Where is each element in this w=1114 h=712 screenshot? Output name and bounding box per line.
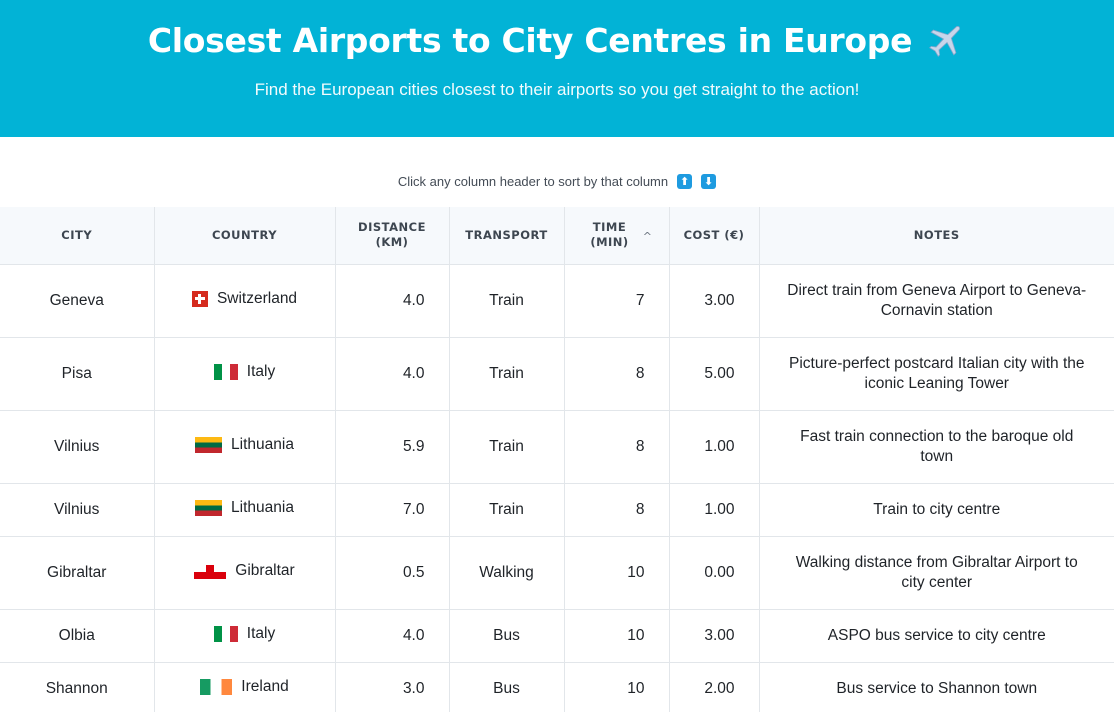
cell-notes: Direct train from Geneva Airport to Gene… bbox=[759, 264, 1114, 338]
cell-transport: Train bbox=[449, 410, 565, 484]
cell-transport: Train bbox=[449, 483, 565, 537]
cell-transport: Train bbox=[449, 264, 565, 338]
cell-cost: 2.00 bbox=[669, 662, 760, 712]
cell-country: Italy bbox=[154, 337, 336, 411]
column-header-distance-label: Distance (km) bbox=[358, 220, 426, 250]
airports-table: City Country Distance (km) Transport Tim… bbox=[0, 207, 1114, 712]
cell-transport: Train bbox=[449, 337, 565, 411]
cell-cost: 1.00 bbox=[669, 483, 760, 537]
cell-notes: Fast train connection to the baroque old… bbox=[759, 410, 1114, 484]
table-row: Olbia Italy 4.0 Bus 10 3.00 ASPO bus service t… bbox=[0, 609, 1114, 663]
cell-notes: Train to city centre bbox=[759, 483, 1114, 537]
ireland-flag-icon bbox=[200, 678, 233, 695]
arrow-up-icon: ⬆ bbox=[677, 173, 693, 189]
cell-distance: 4.0 bbox=[335, 609, 450, 663]
country-name: Lithuania bbox=[231, 435, 294, 453]
cell-time: 10 bbox=[564, 536, 670, 610]
cell-time: 10 bbox=[564, 609, 670, 663]
cell-distance: 4.0 bbox=[335, 337, 450, 411]
country-label: Switzerland bbox=[191, 289, 298, 309]
cell-country: Gibraltar bbox=[154, 536, 336, 610]
country-label: Italy bbox=[213, 624, 276, 644]
column-header-time[interactable]: Time (min) ^ bbox=[564, 207, 670, 265]
cell-country: Switzerland bbox=[154, 264, 336, 338]
column-header-city[interactable]: City bbox=[0, 207, 155, 265]
cell-transport: Bus bbox=[449, 662, 565, 712]
cell-distance: 3.0 bbox=[335, 662, 450, 712]
switzerland-flag-icon bbox=[191, 290, 208, 307]
cell-time: 8 bbox=[564, 410, 670, 484]
cell-distance: 4.0 bbox=[335, 264, 450, 338]
cell-notes: ASPO bus service to city centre bbox=[759, 609, 1114, 663]
cell-transport: Bus bbox=[449, 609, 565, 663]
cell-city: Olbia bbox=[0, 609, 155, 663]
country-label: Gibraltar bbox=[194, 561, 295, 581]
cell-city: Pisa bbox=[0, 337, 155, 411]
cell-cost: 3.00 bbox=[669, 264, 760, 338]
table-header-row: City Country Distance (km) Transport Tim… bbox=[0, 207, 1114, 265]
page-title-text: Closest Airports to City Centres in Euro… bbox=[147, 20, 913, 60]
lithuania-flag-icon bbox=[195, 436, 223, 453]
cell-time: 8 bbox=[564, 483, 670, 537]
country-name: Ireland bbox=[241, 677, 289, 695]
cell-country: Lithuania bbox=[154, 410, 336, 484]
cell-transport: Walking bbox=[449, 536, 565, 610]
country-label: Lithuania bbox=[195, 498, 294, 518]
cell-cost: 1.00 bbox=[669, 410, 760, 484]
table-row: Gibraltar Gibraltar 0.5 Walking 10 0.00 Walkin… bbox=[0, 536, 1114, 610]
cell-city: Shannon bbox=[0, 662, 155, 712]
table-row: Geneva Switzerland 4.0 Train 7 3.00 Direct tra… bbox=[0, 264, 1114, 338]
table-row: Pisa Italy 4.0 Train 8 5.00 Picture-perfect po… bbox=[0, 337, 1114, 411]
gibraltar-flag-icon bbox=[194, 562, 227, 579]
cell-time: 10 bbox=[564, 662, 670, 712]
cell-cost: 5.00 bbox=[669, 337, 760, 411]
italy-flag-icon bbox=[213, 625, 238, 642]
cell-notes: Picture-perfect postcard Italian city wi… bbox=[759, 337, 1114, 411]
country-name: Italy bbox=[246, 624, 276, 642]
page-subtitle: Find the European cities closest to thei… bbox=[254, 80, 860, 99]
country-label: Ireland bbox=[200, 677, 289, 697]
cell-country: Ireland bbox=[154, 662, 336, 712]
table-row: Vilnius Lithuania 7.0 Train 8 1.00 Train to ci… bbox=[0, 483, 1114, 537]
cell-city: Vilnius bbox=[0, 483, 155, 537]
lithuania-flag-icon bbox=[195, 499, 223, 516]
cell-notes: Walking distance from Gibraltar Airport … bbox=[759, 536, 1114, 610]
column-header-transport[interactable]: Transport bbox=[449, 207, 565, 265]
cell-distance: 5.9 bbox=[335, 410, 450, 484]
country-name: Lithuania bbox=[231, 498, 294, 516]
country-label: Italy bbox=[213, 362, 276, 382]
country-name: Switzerland bbox=[216, 289, 298, 307]
country-label: Lithuania bbox=[195, 435, 294, 455]
cell-cost: 0.00 bbox=[669, 536, 760, 610]
cell-distance: 7.0 bbox=[335, 483, 450, 537]
table-row: Shannon Ireland 3.0 Bus 10 2.00 Bus service to… bbox=[0, 662, 1114, 712]
cell-notes: Bus service to Shannon town bbox=[759, 662, 1114, 712]
column-header-cost[interactable]: Cost (€) bbox=[669, 207, 760, 265]
column-header-distance[interactable]: Distance (km) bbox=[335, 207, 450, 265]
sort-hint-text: Click any column header to sort by that … bbox=[397, 173, 669, 189]
country-name: Gibraltar bbox=[235, 561, 295, 579]
cell-city: Geneva bbox=[0, 264, 155, 338]
table-row: Vilnius Lithuania 5.9 Train 8 1.00 Fast train … bbox=[0, 410, 1114, 484]
arrow-down-icon: ⬇ bbox=[701, 173, 717, 189]
cell-city: Gibraltar bbox=[0, 536, 155, 610]
page-header: Closest Airports to City Centres in Euro… bbox=[0, 0, 1114, 137]
cell-time: 7 bbox=[564, 264, 670, 338]
cell-cost: 3.00 bbox=[669, 609, 760, 663]
page-title: Closest Airports to City Centres in Euro… bbox=[148, 20, 966, 60]
italy-flag-icon bbox=[213, 363, 238, 380]
cell-distance: 0.5 bbox=[335, 536, 450, 610]
airplane-icon bbox=[926, 20, 966, 60]
column-header-country[interactable]: Country bbox=[154, 207, 336, 265]
cell-time: 8 bbox=[564, 337, 670, 411]
cell-city: Vilnius bbox=[0, 410, 155, 484]
sort-hint: Click any column header to sort by that … bbox=[0, 137, 1114, 207]
cell-country: Lithuania bbox=[154, 483, 336, 537]
country-name: Italy bbox=[246, 362, 276, 380]
column-header-time-label: Time (min) bbox=[590, 220, 629, 250]
sort-ascending-icon: ^ bbox=[642, 230, 653, 243]
cell-country: Italy bbox=[154, 609, 336, 663]
column-header-notes[interactable]: Notes bbox=[759, 207, 1114, 265]
